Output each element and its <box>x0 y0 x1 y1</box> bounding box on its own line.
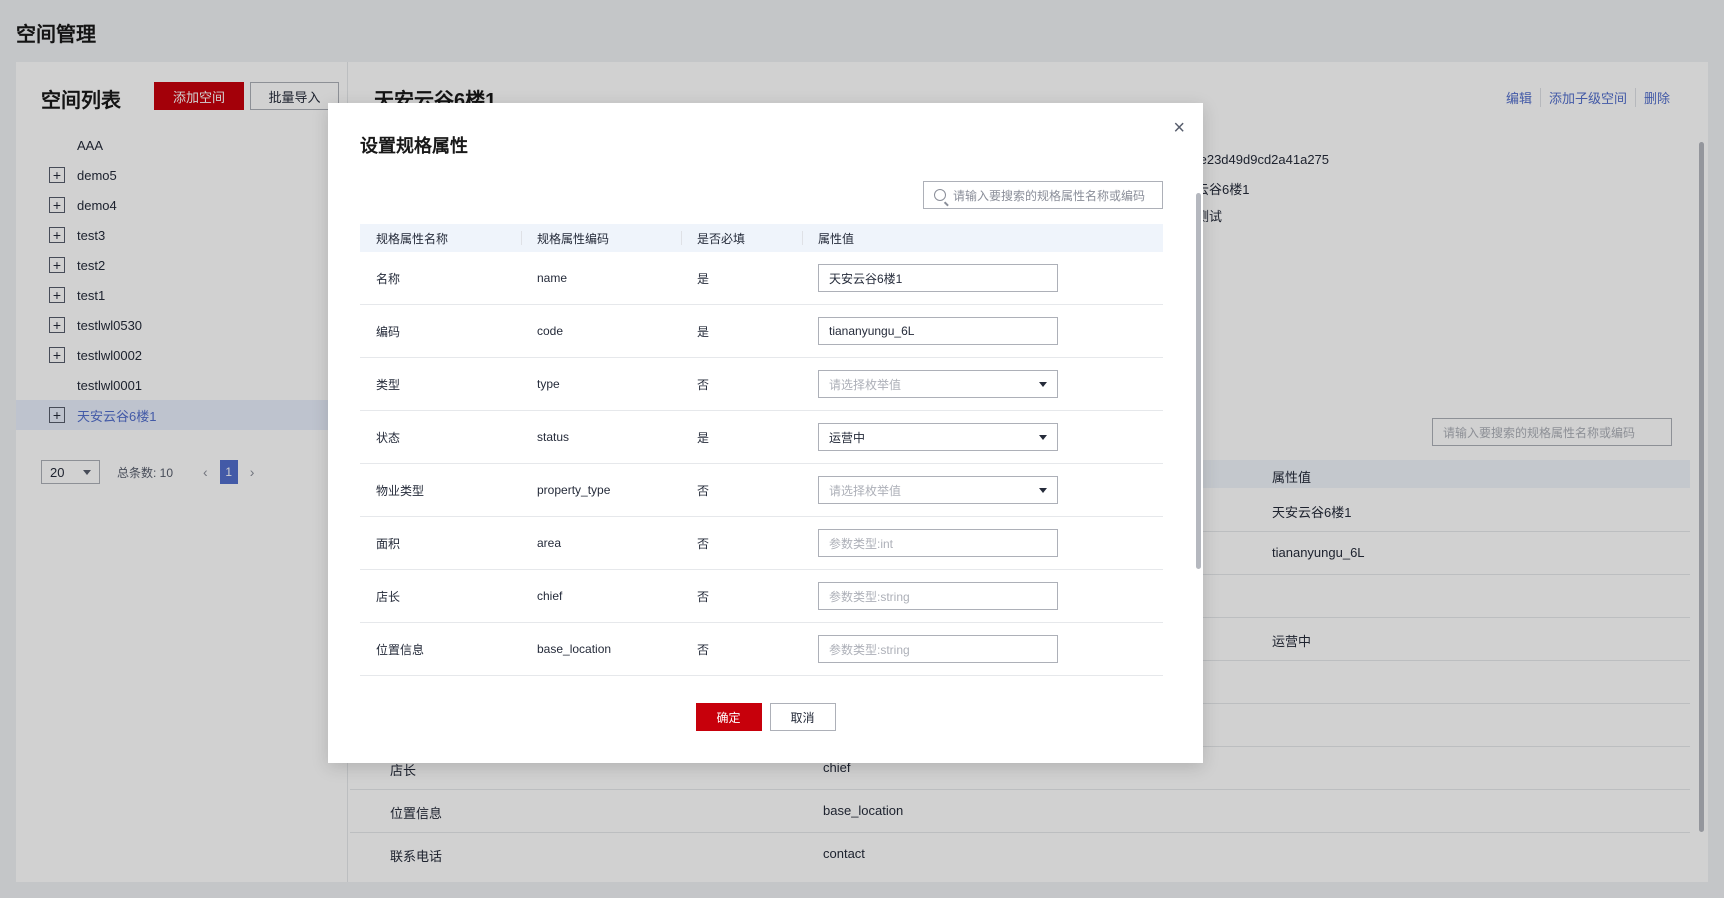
attr-code-cell: property_type <box>537 483 611 497</box>
header-name: 规格属性名称 <box>376 231 449 246</box>
attr-value-cell: 运营中 <box>802 423 1163 451</box>
attr-value-cell: 参数类型:string <box>802 635 1163 663</box>
header-code: 规格属性编码 <box>521 224 681 252</box>
attr-code-cell: chief <box>537 589 563 603</box>
dialog-title: 设置规格属性 <box>360 136 468 156</box>
attr-required-cell: 否 <box>697 589 710 604</box>
attr-required-cell: 是 <box>697 324 710 339</box>
attr-value-placeholder: 参数类型:string <box>829 642 910 657</box>
attr-required-cell: 否 <box>697 483 710 498</box>
attr-required-cell: 否 <box>697 642 710 657</box>
attr-value-cell: 参数类型:int <box>802 529 1163 557</box>
table-row: 面积 area 否 参数类型:int <box>360 517 1163 570</box>
attr-required-cell: 是 <box>697 271 710 286</box>
table-row: 类型 type 否 请选择枚举值 <box>360 358 1163 411</box>
attr-code-cell: area <box>537 536 562 550</box>
cancel-button[interactable]: 取消 <box>769 703 836 731</box>
close-icon[interactable]: × <box>1173 117 1185 140</box>
attr-required-cell: 否 <box>697 377 710 392</box>
attr-value-input[interactable]: 参数类型:string <box>818 582 1058 610</box>
attr-value-input[interactable]: 参数类型:int <box>818 529 1058 557</box>
attr-value-cell: 请选择枚举值 <box>802 476 1163 504</box>
attr-code-cell: code <box>537 324 564 338</box>
table-row: 名称 name 是 天安云谷6楼1 <box>360 252 1163 305</box>
header-value: 属性值 <box>802 224 1163 252</box>
attr-name-cell: 物业类型 <box>376 483 425 498</box>
table-header: 规格属性名称 规格属性编码 是否必填 属性值 <box>360 224 1163 252</box>
chevron-down-icon <box>1039 434 1047 440</box>
attr-name-cell: 类型 <box>376 377 401 392</box>
attr-code-cell: base_location <box>537 642 612 656</box>
attr-value-placeholder: 参数类型:int <box>829 536 894 551</box>
search-icon <box>934 189 946 201</box>
attr-value-cell: 请选择枚举值 <box>802 370 1163 398</box>
table-row: 物业类型 property_type 否 请选择枚举值 <box>360 464 1163 517</box>
chevron-down-icon <box>1039 381 1047 387</box>
spec-search-input[interactable]: 请输入要搜索的规格属性名称或编码 <box>923 181 1163 209</box>
attr-name-cell: 编码 <box>376 324 401 339</box>
dialog-footer: 确定 取消 <box>328 703 1203 731</box>
attr-value-select[interactable]: 运营中 <box>818 423 1058 451</box>
table-row: 位置信息 base_location 否 参数类型:string <box>360 623 1163 676</box>
confirm-button[interactable]: 确定 <box>695 703 762 731</box>
attr-value-cell: 天安云谷6楼1 <box>802 264 1163 292</box>
attr-code-cell: name <box>537 271 568 285</box>
attr-name-cell: 名称 <box>376 271 401 286</box>
attr-value-placeholder: 请选择枚举值 <box>829 377 902 392</box>
attr-value-placeholder: 请选择枚举值 <box>829 483 902 498</box>
attr-name-cell: 位置信息 <box>376 642 425 657</box>
attr-value-select[interactable]: 请选择枚举值 <box>818 476 1058 504</box>
attr-required-cell: 是 <box>697 430 710 445</box>
attr-code-cell: type <box>537 377 560 391</box>
spec-search-placeholder: 请输入要搜索的规格属性名称或编码 <box>953 188 1146 203</box>
attr-value-input[interactable]: 参数类型:string <box>818 635 1058 663</box>
attr-code-cell: status <box>537 430 570 444</box>
attr-name-cell: 状态 <box>376 430 401 445</box>
spec-attribute-dialog: 设置规格属性 × 请输入要搜索的规格属性名称或编码 规格属性名称 规格属性编码 … <box>328 103 1203 763</box>
attr-value-cell: 参数类型:string <box>802 582 1163 610</box>
spec-attribute-table: 规格属性名称 规格属性编码 是否必填 属性值 名称 name 是 天安云谷6楼1 编码 c… <box>360 224 1163 676</box>
attr-name-cell: 店长 <box>376 589 401 604</box>
attr-value-input[interactable]: tiananyungu_6L <box>818 317 1058 345</box>
header-required: 是否必填 <box>681 224 802 252</box>
attr-required-cell: 否 <box>697 536 710 551</box>
attr-value-input[interactable]: 天安云谷6楼1 <box>818 264 1058 292</box>
attr-value-select[interactable]: 请选择枚举值 <box>818 370 1058 398</box>
attr-value-text: tiananyungu_6L <box>829 324 915 338</box>
attr-name-cell: 面积 <box>376 536 401 551</box>
table-body: 名称 name 是 天安云谷6楼1 编码 code 是 tiananyungu_6L 类型 typ… <box>360 252 1163 676</box>
attr-value-placeholder: 参数类型:string <box>829 589 910 604</box>
attr-value-cell: tiananyungu_6L <box>802 317 1163 345</box>
chevron-down-icon <box>1039 487 1047 493</box>
attr-value-text: 天安云谷6楼1 <box>829 271 903 286</box>
table-row: 编码 code 是 tiananyungu_6L <box>360 305 1163 358</box>
table-row: 状态 status 是 运营中 <box>360 411 1163 464</box>
attr-value-text: 运营中 <box>829 430 866 445</box>
dialog-scrollbar[interactable] <box>1196 193 1201 569</box>
table-row: 店长 chief 否 参数类型:string <box>360 570 1163 623</box>
